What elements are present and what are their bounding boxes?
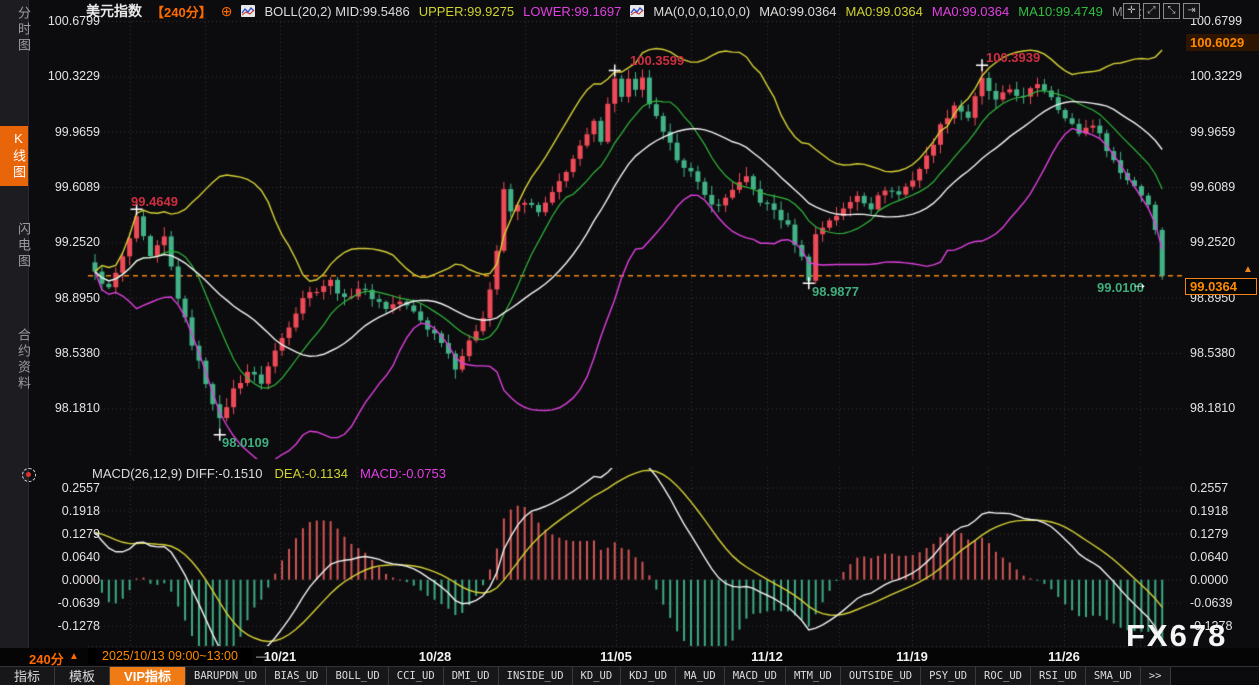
price-axis-label-left: 99.6089: [30, 179, 100, 195]
macd-dea-value: DEA:-0.1134: [275, 466, 348, 481]
ma0-value-magenta: MA0:99.0364: [932, 4, 1009, 19]
boll-upper-value: UPPER:99.9275: [419, 4, 514, 19]
indicator-tabbar: 指标模板VIP指标BARUPDN_UDBIAS_UDBOLL_UDCCI_UDD…: [0, 666, 1259, 685]
price-axis-label-left: 100.3229: [30, 68, 100, 84]
price-axis-label-right: 98.5380: [1190, 345, 1258, 361]
ma10-value: MA10:99.4749: [1018, 4, 1103, 19]
price-axis-label-right: 99.9659: [1190, 124, 1258, 140]
sidebar-item-contract-info[interactable]: 合约资料: [5, 328, 33, 392]
upper-band-price-badge: 100.6029: [1186, 34, 1259, 51]
tab-macd_ud[interactable]: MACD_UD: [725, 667, 786, 685]
macd-axis-label-right: 0.0640: [1190, 549, 1258, 565]
tab-cci_ud[interactable]: CCI_UD: [389, 667, 444, 685]
price-annotation: 99.4649: [131, 194, 178, 209]
tab-boll_ud[interactable]: BOLL_UD: [327, 667, 388, 685]
macd-diff-value: MACD(26,12,9) DIFF:-0.1510: [92, 466, 263, 481]
tab-ma_ud[interactable]: MA_UD: [676, 667, 725, 685]
price-axis-label-right: 100.3229: [1190, 68, 1258, 84]
pan-icon[interactable]: ✛: [1123, 3, 1140, 19]
ma0-value-white: MA0:99.0364: [759, 4, 836, 19]
indicator-settings-icon[interactable]: [22, 468, 36, 482]
price-macd-chart-canvas[interactable]: [0, 0, 1259, 685]
macd-axis-label-right: 0.1918: [1190, 503, 1258, 519]
period-dropdown-icon[interactable]: ▲: [69, 651, 79, 662]
price-axis-label-left: 99.9659: [30, 124, 100, 140]
tab-rsi_ud[interactable]: RSI_UD: [1031, 667, 1086, 685]
tab-outside_ud[interactable]: OUTSIDE_UD: [841, 667, 921, 685]
tab-inside_ud[interactable]: INSIDE_UD: [499, 667, 573, 685]
macd-axis-label-left: 0.1918: [30, 503, 100, 519]
macd-axis-label-right: 0.1279: [1190, 526, 1258, 542]
tab-dmi_ud[interactable]: DMI_UD: [444, 667, 499, 685]
tab->>[interactable]: >>: [1141, 667, 1171, 685]
price-axis-label-right: 100.6799: [1190, 13, 1258, 29]
macd-axis-label-left: 0.0000: [30, 572, 100, 588]
macd-axis-label-right: 0.0000: [1190, 572, 1258, 588]
price-axis-label-right: 98.1810: [1190, 400, 1258, 416]
tab-barupdn_ud[interactable]: BARUPDN_UD: [186, 667, 266, 685]
tab-[interactable]: 模板: [55, 667, 110, 685]
scale-x-icon[interactable]: ⤡: [1163, 3, 1180, 19]
boll-chart-icon[interactable]: [241, 5, 255, 17]
price-axis-label-left: 98.5380: [30, 345, 100, 361]
brand-watermark: FX678: [1126, 618, 1227, 654]
ma-chart-icon[interactable]: [630, 5, 644, 17]
boll-values: BOLL(20,2) MID:99.5486: [264, 4, 409, 19]
add-indicator-icon[interactable]: ⊕: [221, 3, 233, 20]
trading-terminal: 分时图K线图闪电图合约资料 美元指数 【240分】 ⊕ BOLL(20,2) M…: [0, 0, 1259, 685]
price-axis-label-right: 99.6089: [1190, 179, 1258, 195]
sidebar-item-time-chart[interactable]: 分时图: [5, 6, 33, 54]
tab-roc_ud[interactable]: ROC_UD: [976, 667, 1031, 685]
period-label: 【240分】: [151, 2, 212, 21]
x-axis-label: 10/21: [258, 649, 302, 664]
last-price-arrow-icon: →: [1131, 274, 1148, 294]
x-axis-label: 11/26: [1042, 649, 1086, 664]
tab-[interactable]: 指标: [0, 667, 55, 685]
price-axis-label-left: 98.1810: [30, 400, 100, 416]
price-annotation: 98.9877: [812, 284, 859, 299]
price-alert-icon[interactable]: ▲: [1243, 264, 1253, 275]
ma-params: MA(0,0,0,10,0,0): [653, 4, 750, 19]
macd-axis-label-left: -0.1278: [30, 618, 100, 634]
indicator-header: 美元指数 【240分】 ⊕ BOLL(20,2) MID:99.5486 UPP…: [86, 0, 1149, 22]
tab-kd_ud[interactable]: KD_UD: [573, 667, 622, 685]
price-annotation: 100.3599: [630, 53, 684, 68]
symbol-title: 美元指数: [86, 1, 142, 21]
macd-axis-label-left: 0.1279: [30, 526, 100, 542]
ma0-value-yellow: MA0:99.0364: [846, 4, 923, 19]
scale-y-icon[interactable]: ⤢: [1143, 3, 1160, 19]
x-axis-label: 11/12: [745, 649, 789, 664]
boll-lower-value: LOWER:99.1697: [523, 4, 621, 19]
macd-value: MACD:-0.0753: [360, 466, 446, 481]
detach-icon[interactable]: ⇥: [1183, 3, 1200, 19]
last-price-badge: 99.0364: [1185, 278, 1257, 295]
macd-axis-label-right: 0.2557: [1190, 480, 1258, 496]
macd-axis-label-right: -0.0639: [1190, 595, 1258, 611]
sidebar-item-kline-chart[interactable]: K线图: [0, 126, 28, 186]
macd-header: MACD(26,12,9) DIFF:-0.1510 DEA:-0.1134 M…: [92, 466, 446, 481]
macd-axis-label-left: -0.0639: [30, 595, 100, 611]
tab-bias_ud[interactable]: BIAS_UD: [266, 667, 327, 685]
x-axis-label: 11/19: [890, 649, 934, 664]
macd-axis-label-left: 0.0640: [30, 549, 100, 565]
price-annotation: 98.0109: [222, 435, 269, 450]
window-toolbar: ✛⤢⤡⇥: [1123, 3, 1200, 19]
price-axis-label-left: 98.8950: [30, 290, 100, 306]
first-bar-datetime: 2025/10/13 09:00~13:00: [88, 648, 252, 665]
tab-mtm_ud[interactable]: MTM_UD: [786, 667, 841, 685]
tab-psy_ud[interactable]: PSY_UD: [921, 667, 976, 685]
tab-kdj_ud[interactable]: KDJ_UD: [621, 667, 676, 685]
price-axis-label-right: 99.2520: [1190, 234, 1258, 250]
x-axis-label: 11/05: [594, 649, 638, 664]
price-annotation: 100.3939: [986, 50, 1040, 65]
tab-vip[interactable]: VIP指标: [110, 667, 186, 685]
price-axis-label-left: 99.2520: [30, 234, 100, 250]
x-axis-strip: 240分 ▲ 2025/10/13 09:00~13:00 — 10/2110/…: [0, 648, 1259, 666]
chart-type-sidebar: 分时图K线图闪电图合约资料: [0, 0, 29, 648]
sidebar-item-flash-chart[interactable]: 闪电图: [5, 222, 33, 270]
macd-axis-label-left: 0.2557: [30, 480, 100, 496]
tab-sma_ud[interactable]: SMA_UD: [1086, 667, 1141, 685]
x-axis-label: 10/28: [413, 649, 457, 664]
